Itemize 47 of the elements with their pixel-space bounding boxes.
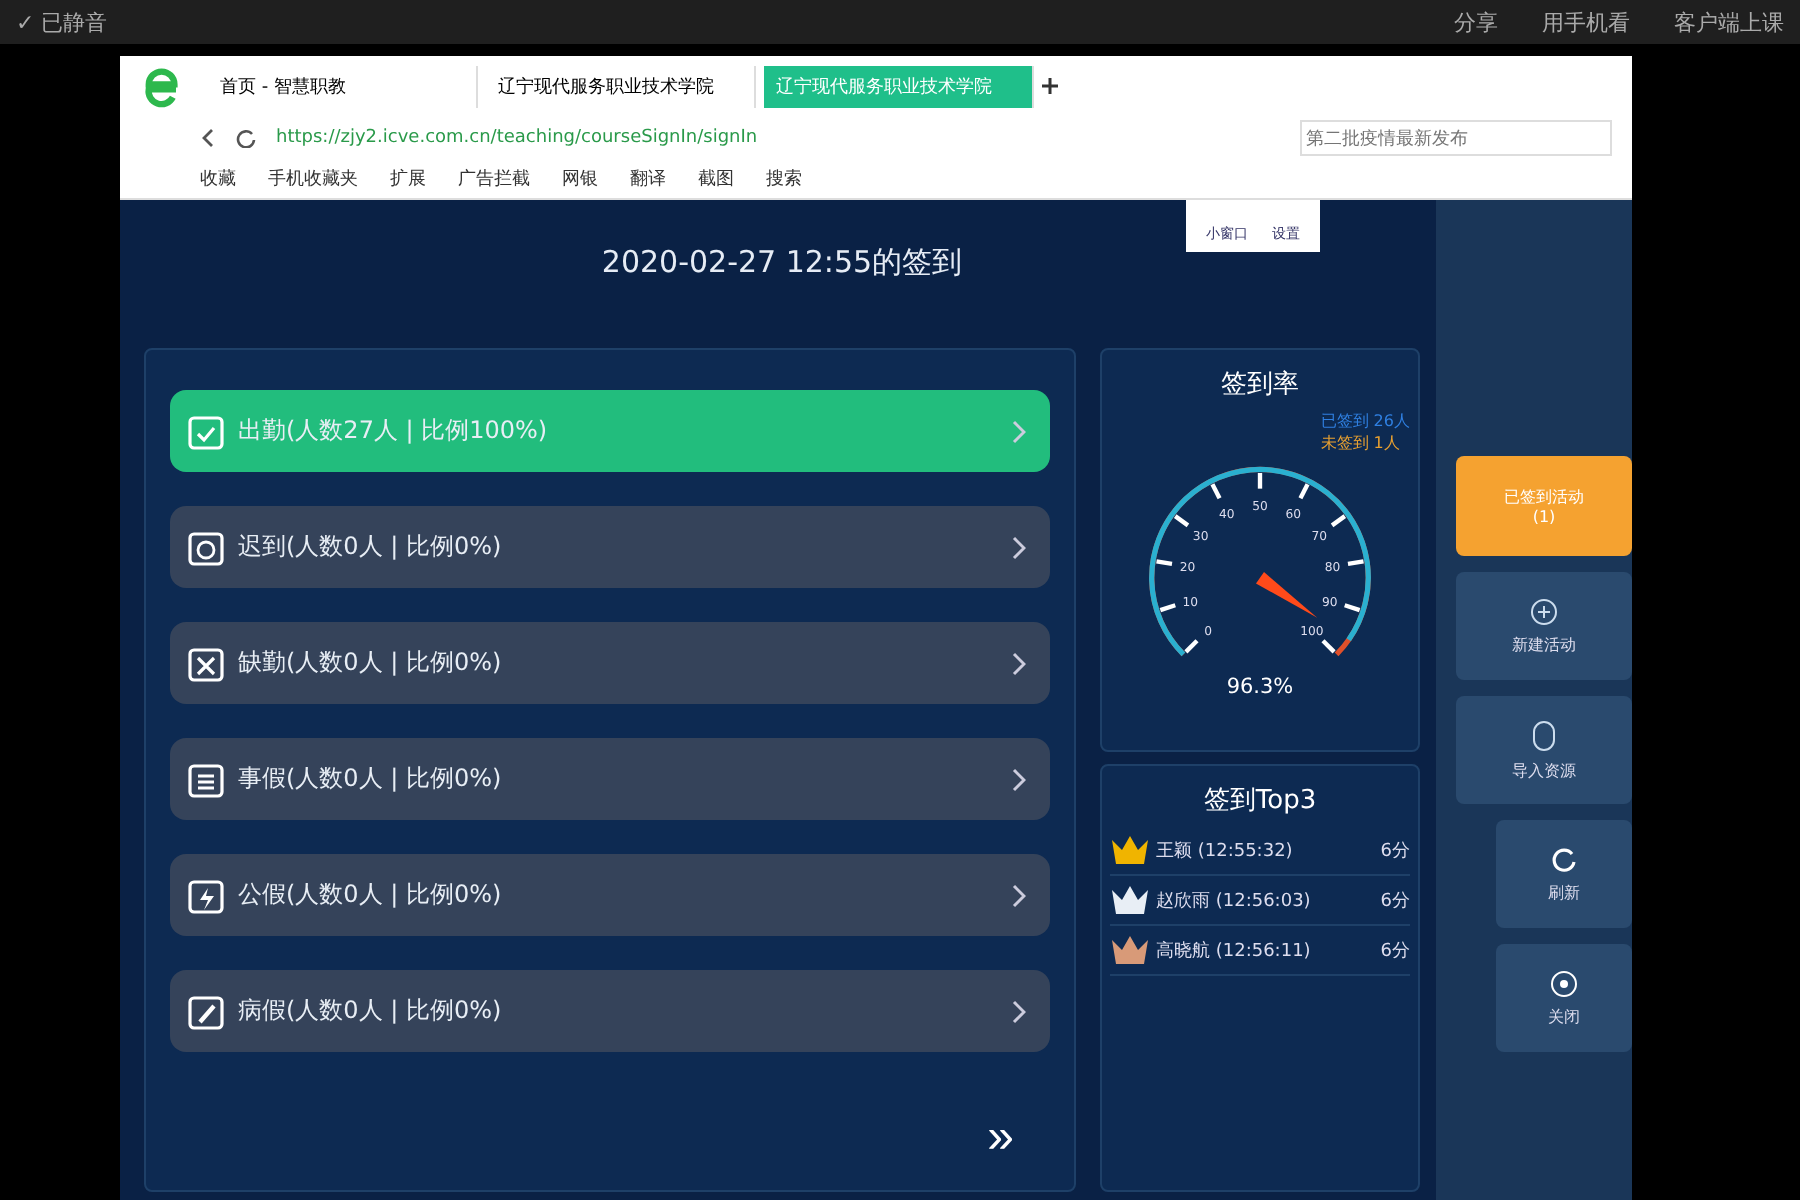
top-action[interactable]: 分享	[1454, 7, 1498, 37]
status-row[interactable]: 缺勤(人数0人 | 比例0%)	[170, 622, 1050, 704]
status-row[interactable]: 事假(人数0人 | 比例0%)	[170, 738, 1050, 820]
bookmark-link[interactable]: 截图	[698, 165, 734, 191]
more-button[interactable]: »	[987, 1110, 1014, 1166]
score-text: 6分	[1380, 839, 1410, 863]
side-action-button[interactable]: 刷新	[1496, 820, 1632, 928]
new-tab-icon[interactable]	[1042, 78, 1058, 94]
chevron-right-icon	[1012, 535, 1026, 559]
attendee-name: 高晓航 (12:56:11)	[1156, 939, 1313, 963]
status-row[interactable]: 迟到(人数0人 | 比例0%)	[170, 506, 1050, 588]
score-text: 6分	[1380, 889, 1410, 913]
search-field[interactable]: 第二批疫情最新发布	[1300, 120, 1612, 156]
bookmark-link[interactable]: 手机收藏夹	[268, 165, 358, 191]
attendee-name: 赵欣雨 (12:56:03)	[1156, 889, 1313, 913]
close-circle-icon	[1550, 969, 1578, 997]
score-text: 6分	[1380, 939, 1410, 963]
refresh-icon	[1550, 845, 1578, 873]
muted-status: ✓ 已静音	[16, 7, 108, 37]
chevron-right-icon	[1012, 767, 1026, 791]
status-row[interactable]: 公假(人数0人 | 比例0%)	[170, 854, 1050, 936]
reload-icon[interactable]	[236, 128, 256, 148]
bookmark-link[interactable]: 广告拦截	[458, 165, 530, 191]
address-field[interactable]: https://zjy2.icve.com.cn/teaching/courseSignIn/signIn	[276, 128, 1280, 148]
bookmark-link[interactable]: 扩展	[390, 165, 426, 191]
top-action[interactable]: 客户端上课	[1674, 7, 1784, 37]
bookmark-link[interactable]: 网银	[562, 165, 598, 191]
side-action-button[interactable]: 关闭	[1496, 944, 1632, 1052]
session-title: 2020-02-27 12:55的签到	[601, 244, 963, 284]
status-row[interactable]: 病假(人数0人 | 比例0%)	[170, 970, 1050, 1052]
side-action-button[interactable]: 新建活动	[1456, 572, 1632, 680]
bookmark-link[interactable]: 翻译	[630, 165, 666, 191]
bookmark-link[interactable]: 搜索	[766, 165, 802, 191]
side-action-button[interactable]: 导入资源	[1456, 696, 1632, 804]
top-action[interactable]: 用手机看	[1542, 7, 1630, 37]
legend-label: 已签到 26人	[1320, 410, 1410, 432]
chevron-right-icon	[1012, 651, 1026, 675]
back-icon[interactable]	[200, 128, 216, 148]
plus-circle-icon	[1530, 597, 1558, 625]
chevron-right-icon	[1012, 883, 1026, 907]
bookmark-link[interactable]: 收藏	[200, 165, 236, 191]
attendee-name: 王颖 (12:55:32)	[1156, 839, 1295, 863]
legend-label: 未签到 1人	[1320, 432, 1402, 454]
chevron-right-icon	[1012, 419, 1026, 443]
panel-title: 签到Top3	[1201, 784, 1319, 818]
panel-title: 签到率	[1221, 368, 1299, 402]
chevron-right-icon	[1012, 999, 1026, 1023]
